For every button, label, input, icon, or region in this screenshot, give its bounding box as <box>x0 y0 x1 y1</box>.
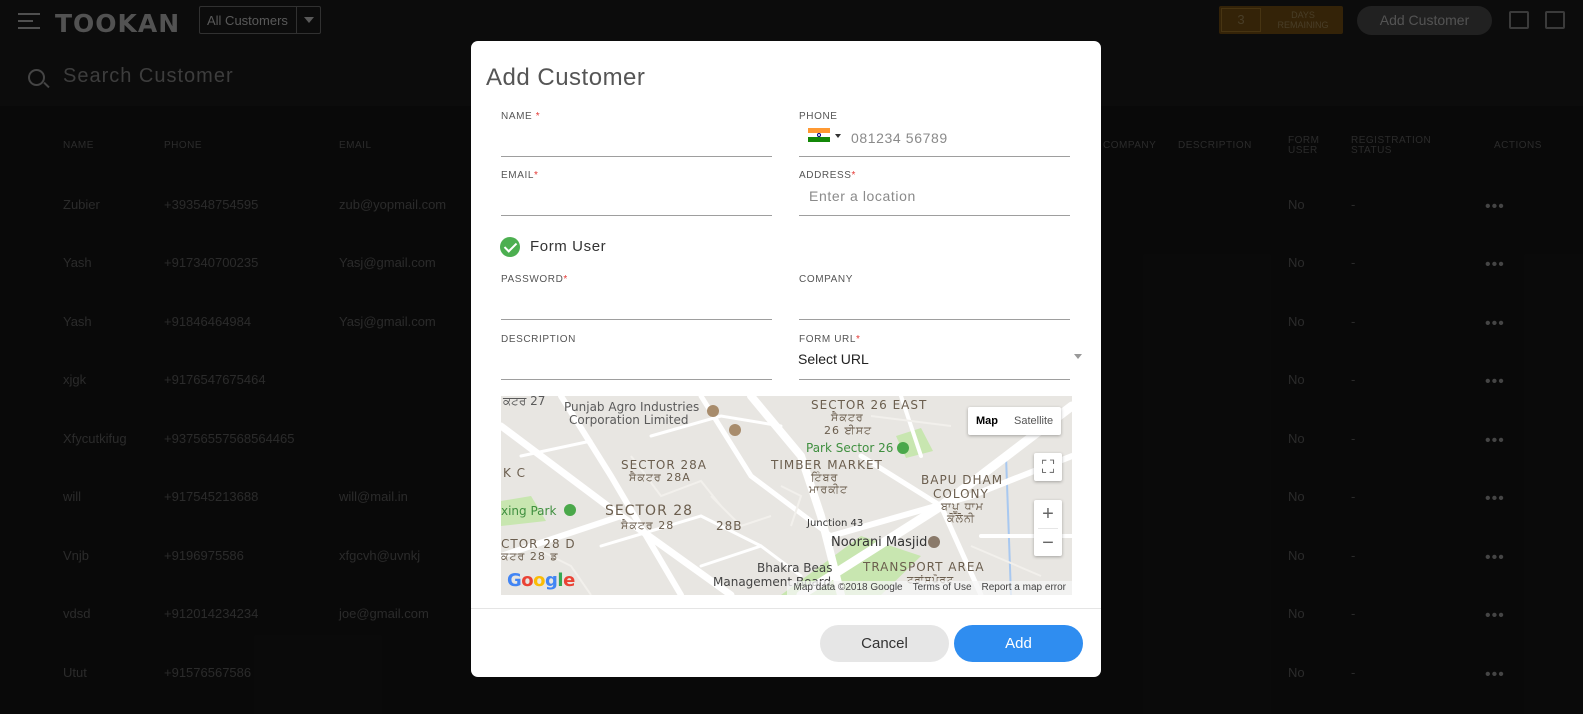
add-customer-modal: Add Customer NAME * PHONE EMAIL* ADDRESS… <box>471 41 1101 677</box>
country-dropdown-icon[interactable] <box>835 134 841 138</box>
map-data-text: Map data ©2018 Google <box>793 582 903 593</box>
description-label: DESCRIPTION <box>501 334 576 345</box>
name-field: NAME * <box>501 111 772 157</box>
form-url-label: FORM URL <box>799 334 857 345</box>
required-mark: * <box>856 334 861 345</box>
park-marker-icon <box>564 504 576 516</box>
footer-divider <box>471 608 1101 609</box>
description-input[interactable] <box>501 352 772 374</box>
required-mark: * <box>535 111 541 122</box>
address-input[interactable] <box>809 185 1064 207</box>
zoom-in-icon[interactable]: + <box>1034 500 1062 528</box>
mosque-marker-icon <box>928 536 940 548</box>
company-input[interactable] <box>799 292 1070 314</box>
phone-label: PHONE <box>799 111 838 122</box>
phone-field: PHONE <box>799 111 1070 157</box>
required-mark: * <box>851 170 857 181</box>
company-field: COMPANY <box>799 274 1070 320</box>
map-attribution: Map data ©2018 Google Terms of Use Report … <box>787 581 1072 595</box>
factory-marker-icon <box>707 405 719 417</box>
password-field: PASSWORD* <box>501 274 772 320</box>
add-button[interactable]: Add <box>954 625 1083 662</box>
map-type-map-button[interactable]: Map <box>968 407 1006 435</box>
name-label: NAME <box>501 111 533 122</box>
report-map-error-link[interactable]: Report a map error <box>982 582 1066 593</box>
email-input[interactable] <box>501 188 772 210</box>
zoom-control: + − <box>1034 500 1062 556</box>
zoom-out-icon[interactable]: − <box>1034 529 1062 557</box>
india-flag-icon[interactable] <box>808 128 830 142</box>
email-field: EMAIL* <box>501 170 772 216</box>
location-map[interactable]: ਕਟਰ 27 Punjab Agro Industries Corporatio… <box>501 396 1072 595</box>
cancel-button[interactable]: Cancel <box>820 625 949 662</box>
address-field: ADDRESS* <box>799 170 1070 216</box>
map-type-satellite-button[interactable]: Satellite <box>1006 407 1061 435</box>
form-user-label[interactable]: Form User <box>530 238 606 255</box>
fullscreen-icon[interactable]: ⛶ <box>1034 453 1062 481</box>
required-mark: * <box>563 274 568 285</box>
required-mark: * <box>534 170 539 181</box>
form-user-checkbox[interactable] <box>500 237 520 257</box>
address-label: ADDRESS <box>799 170 852 181</box>
modal-title: Add Customer <box>486 64 646 91</box>
terms-of-use-link[interactable]: Terms of Use <box>913 582 972 593</box>
google-logo[interactable]: Google <box>507 570 575 591</box>
name-input[interactable] <box>501 129 772 151</box>
email-label: EMAIL <box>501 170 535 181</box>
form-url-select[interactable]: Select URL <box>798 351 869 367</box>
map-type-toggle: Map Satellite <box>968 407 1062 435</box>
phone-input[interactable] <box>851 127 1066 149</box>
park-marker-icon <box>897 442 909 454</box>
description-field: DESCRIPTION <box>501 334 772 380</box>
password-label: PASSWORD <box>501 274 564 285</box>
password-input[interactable] <box>501 292 772 314</box>
company-label: COMPANY <box>799 274 854 285</box>
chevron-down-icon[interactable] <box>1074 354 1082 359</box>
poi-marker-icon <box>729 424 741 436</box>
